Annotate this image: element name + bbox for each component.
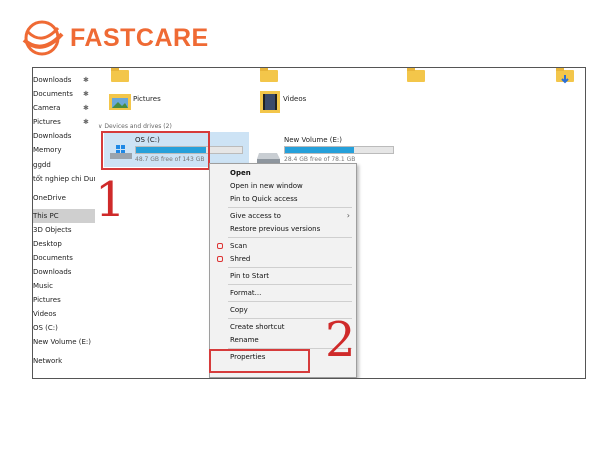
step-1-annotation: 1 bbox=[95, 172, 126, 228]
drive-e-label[interactable]: New Volume (E:) bbox=[284, 136, 342, 144]
nav-item[interactable]: Desktop bbox=[33, 237, 95, 251]
properties-highlight-box bbox=[209, 349, 310, 373]
menu-item-scan[interactable]: Scan bbox=[210, 240, 356, 252]
nav-item[interactable]: ggdd bbox=[33, 158, 95, 172]
navigation-pane: Downloads ✱ Documents ✱ Camera ✱ Pictures ✱ … bbox=[33, 68, 95, 378]
menu-separator bbox=[228, 237, 352, 238]
videos-folder-label[interactable]: Videos bbox=[283, 95, 306, 103]
chevron-down-icon: ∨ bbox=[98, 123, 103, 130]
drive-e-usage-bar bbox=[284, 146, 394, 154]
nav-item[interactable]: Music bbox=[33, 279, 95, 293]
menu-item-shred[interactable]: Shred bbox=[210, 253, 356, 265]
nav-item[interactable]: 3D Objects bbox=[33, 223, 95, 237]
hard-drive-icon[interactable] bbox=[257, 148, 281, 163]
menu-item-restore-versions[interactable]: Restore previous versions bbox=[210, 223, 356, 235]
nav-item[interactable]: Downloads bbox=[33, 129, 95, 143]
menu-separator bbox=[228, 284, 352, 285]
menu-separator bbox=[228, 207, 352, 208]
nav-item-this-pc[interactable]: This PC bbox=[33, 209, 95, 223]
folder-icon[interactable] bbox=[407, 68, 425, 82]
nav-item[interactable]: Documents bbox=[33, 251, 95, 265]
file-explorer-screenshot: Downloads ✱ Documents ✱ Camera ✱ Pictures ✱ … bbox=[32, 67, 586, 379]
menu-separator bbox=[228, 267, 352, 268]
pin-icon: ✱ bbox=[83, 76, 89, 84]
nav-item[interactable]: Network bbox=[33, 354, 95, 368]
drive-e-usage-fill bbox=[285, 147, 355, 153]
nav-item[interactable]: Pictures bbox=[33, 293, 95, 307]
nav-item[interactable]: OS (C:) bbox=[33, 321, 95, 335]
chevron-right-icon: › bbox=[346, 211, 350, 220]
menu-item-open-new-window[interactable]: Open in new window bbox=[210, 180, 356, 192]
step-2-annotation: 2 bbox=[325, 312, 356, 368]
drive-c-highlight-box bbox=[101, 131, 210, 170]
menu-item-open[interactable]: Open bbox=[210, 167, 356, 179]
nav-item[interactable]: New Volume (E:) bbox=[33, 335, 95, 349]
menu-item-pin-start[interactable]: Pin to Start bbox=[210, 270, 356, 282]
pin-icon: ✱ bbox=[83, 90, 89, 98]
menu-item-format[interactable]: Format... bbox=[210, 287, 356, 299]
menu-separator bbox=[228, 301, 352, 302]
fastcare-logo-icon bbox=[22, 20, 64, 56]
nav-item[interactable]: Downloads bbox=[33, 265, 95, 279]
nav-item[interactable]: Videos bbox=[33, 307, 95, 321]
brand-name: FASTCARE bbox=[70, 23, 209, 52]
fastcare-logo: FASTCARE bbox=[18, 18, 209, 58]
nav-item[interactable]: tốt nghiep chi Dung bbox=[33, 172, 95, 186]
menu-item-pin-quick-access[interactable]: Pin to Quick access bbox=[210, 193, 356, 205]
folder-icon[interactable] bbox=[111, 68, 129, 82]
pictures-folder-icon[interactable] bbox=[109, 92, 131, 110]
pictures-folder-label[interactable]: Pictures bbox=[133, 95, 161, 103]
nav-item[interactable]: Memory bbox=[33, 143, 95, 157]
antivirus-icon bbox=[217, 256, 223, 262]
antivirus-icon bbox=[217, 243, 223, 249]
pin-icon: ✱ bbox=[83, 118, 89, 126]
menu-item-give-access[interactable]: Give access to › bbox=[210, 210, 356, 222]
videos-folder-icon[interactable] bbox=[260, 91, 280, 113]
folder-icon[interactable] bbox=[260, 68, 278, 82]
drive-e-free-space: 28.4 GB free of 78.1 GB bbox=[284, 156, 356, 163]
pin-icon: ✱ bbox=[83, 104, 89, 112]
downloads-folder-icon[interactable] bbox=[556, 68, 574, 84]
nav-item[interactable]: OneDrive bbox=[33, 191, 95, 205]
devices-section-header[interactable]: ∨ Devices and drives (2) bbox=[98, 123, 172, 130]
